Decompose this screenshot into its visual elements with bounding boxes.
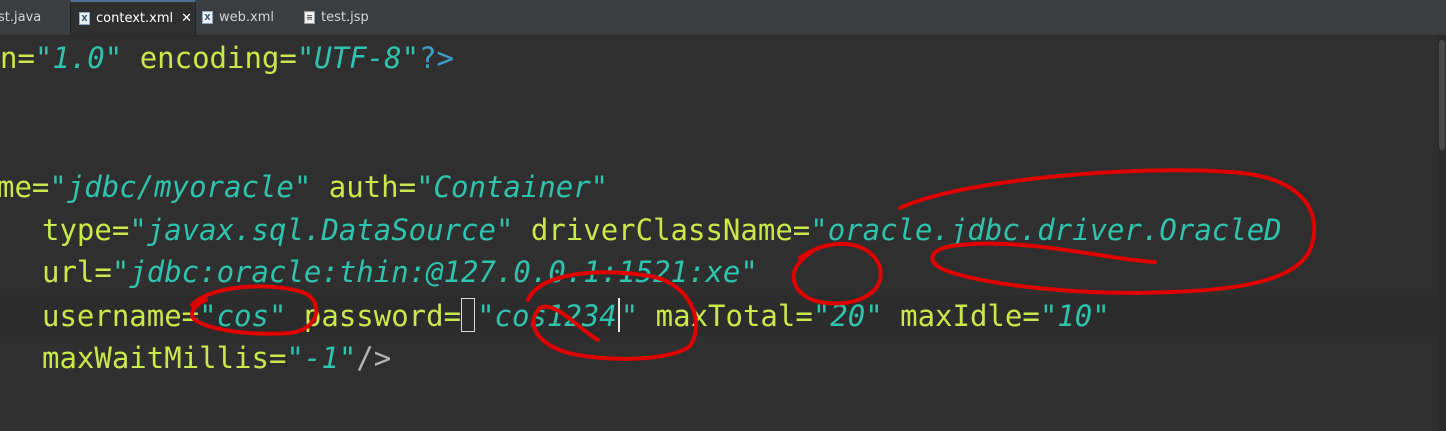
attr-value: " — [620, 299, 639, 333]
tab-test-java[interactable]: est.java — [0, 0, 70, 35]
code-editor[interactable]: n="1.0" encoding="UTF-8"?> me="jdbc/myor… — [0, 36, 1446, 431]
code-line-xml-declaration: n="1.0" encoding="UTF-8"?> — [0, 37, 454, 79]
attr-value: "Container" — [416, 170, 609, 204]
attr-value: "jdbc/myoracle" — [49, 170, 312, 204]
code-line-resource-name: me="jdbc/myoracle" auth="Container" — [0, 166, 608, 208]
tab-label: est.java — [0, 10, 42, 25]
attr-name: url= — [42, 255, 112, 289]
code-line-credentials: username="cos" password= "cos1234 " maxTot… — [0, 295, 1446, 337]
scrollbar-thumb[interactable] — [1439, 40, 1445, 150]
tag-end: /> — [356, 341, 392, 375]
tab-test-jsp[interactable]: ≡ test.jsp — [296, 0, 416, 35]
attr-name: type= — [42, 213, 130, 247]
attr-value: "cos" — [199, 299, 287, 333]
attr-value: "jdbc:oracle:thin:@127.0.0.1:1521:xe" — [111, 255, 758, 289]
attr-name: me= — [0, 170, 50, 204]
tab-label: test.jsp — [321, 10, 369, 25]
text-cursor — [617, 298, 620, 332]
bracket-highlight — [461, 298, 476, 332]
attr-value: "javax.sql.DataSource" — [129, 213, 514, 247]
attr-value: cos1234 — [494, 299, 617, 333]
xml-file-icon: X — [79, 12, 90, 25]
attr-name: maxTotal= — [638, 299, 813, 333]
attr-value: " — [477, 299, 495, 333]
code-line-type: type="javax.sql.DataSource" driverClassN… — [42, 209, 1282, 251]
attr-value: "UTF-8" — [296, 41, 420, 75]
attr-name: driverClassName= — [513, 213, 811, 247]
attr-name: n= — [0, 41, 35, 75]
editor-tab-bar: est.java X context.xml ✕ X web.xml ≡ tes… — [0, 0, 1446, 36]
pi-end: ?> — [419, 41, 454, 75]
attr-name: password= — [286, 299, 462, 333]
code-line-max-wait: maxWaitMillis="-1"/> — [42, 337, 391, 379]
tab-label: context.xml — [96, 11, 174, 26]
attr-name: username= — [42, 299, 200, 333]
tab-context-xml[interactable]: X context.xml ✕ — [70, 0, 196, 35]
close-icon[interactable]: ✕ — [181, 11, 192, 26]
attr-name: auth= — [311, 170, 417, 204]
attr-value: "-1" — [286, 341, 357, 375]
attr-name: maxWaitMillis= — [42, 341, 287, 375]
attr-name: maxIdle= — [882, 299, 1040, 333]
editor-window: est.java X context.xml ✕ X web.xml ≡ tes… — [0, 0, 1446, 431]
tab-label: web.xml — [219, 10, 274, 25]
attr-value: "oracle.jdbc.driver.OracleD — [810, 213, 1282, 247]
attr-value: "10" — [1039, 299, 1110, 333]
attr-value: "20" — [812, 299, 883, 333]
attr-value: "1.0" — [34, 41, 123, 75]
jsp-file-icon: ≡ — [304, 11, 315, 24]
attr-name: encoding= — [122, 41, 297, 75]
code-line-url: url="jdbc:oracle:thin:@127.0.0.1:1521:xe… — [42, 251, 758, 293]
tab-web-xml[interactable]: X web.xml — [196, 0, 296, 35]
xml-file-icon: X — [202, 11, 213, 24]
